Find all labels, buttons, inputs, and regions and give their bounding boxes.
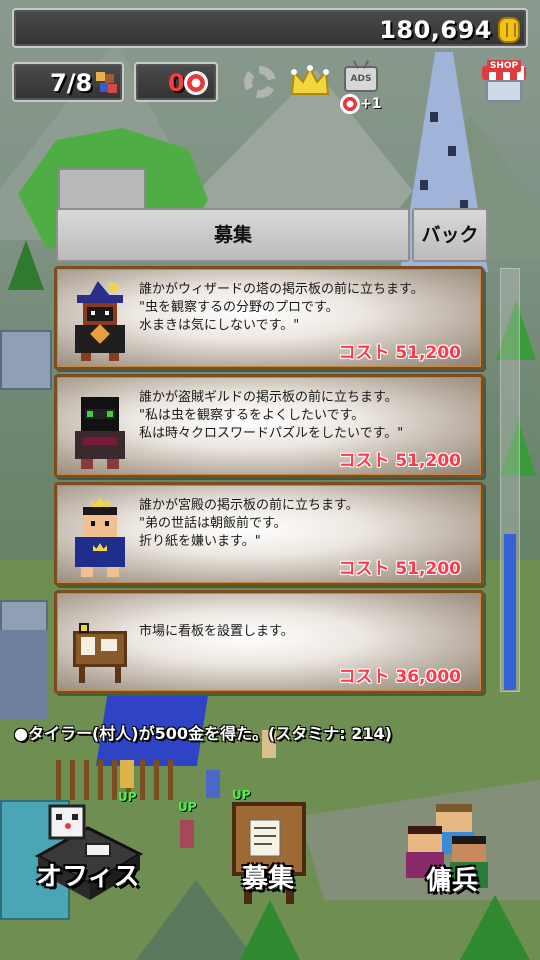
shop-button[interactable]: SHOP (482, 60, 526, 106)
mercenary-button[interactable]: 傭兵 (398, 800, 508, 910)
rooftop (0, 330, 52, 390)
house (0, 630, 48, 720)
shop-label: SHOP (487, 60, 521, 72)
recruit-cost: コスト 51,200 (338, 559, 461, 579)
recruit-card-thief[interactable]: 誰かが盗賊ギルドの掲示板の前に立ちます。 "私は虫を観察するをよくしたいです。 … (54, 374, 484, 478)
office-button[interactable]: オフィス (28, 796, 148, 906)
party-counter: 7/8 (12, 62, 124, 102)
watch-ad-button[interactable]: ADS +1 (338, 58, 384, 116)
ticket-counter: 0 (134, 62, 218, 102)
recruit-description: 誰かが宮殿の掲示板の前に立ちます。 "弟の世話は朝飯前です。 折り紙を嫌います。… (139, 498, 359, 549)
party-value: 7/8 (50, 69, 93, 97)
recruit-card-wizard[interactable]: 誰かがウィザードの塔の掲示板の前に立ちます。 "虫を観察するの分野のプロです。 … (54, 266, 484, 370)
ticket-value: 0 (168, 69, 185, 97)
event-log-message: ●タイラー(村人)が500金を得た。(スタミナ: 214) (14, 724, 392, 743)
villager (180, 820, 194, 848)
gear-icon (244, 66, 276, 98)
tower-window (420, 180, 428, 190)
recruit-description: 誰かがウィザードの塔の掲示板の前に立ちます。 "虫を観察するの分野のプロです。 … (139, 282, 424, 333)
ticket-chip-icon (184, 71, 208, 95)
ticket-chip-icon (340, 94, 360, 114)
ad-reward-label: +1 (360, 96, 382, 112)
recruit-card-prince[interactable]: 誰かが宮殿の掲示板の前に立ちます。 "弟の世話は朝飯前です。 折り紙を嫌います。… (54, 482, 484, 586)
thief-portrait-icon (69, 389, 131, 469)
prince-portrait-icon (69, 497, 131, 577)
villager (120, 760, 134, 788)
ranking-button[interactable] (288, 60, 332, 104)
gold-counter: 180,694 (12, 8, 528, 48)
recruit-cost: コスト 36,000 (338, 667, 461, 687)
signboard-icon (69, 605, 131, 685)
recruit-description: 市場に看板を設置します。 (139, 624, 294, 639)
tower-window (430, 112, 438, 122)
mercenary-label: 傭兵 (426, 866, 479, 896)
scrollbar-thumb[interactable] (504, 534, 516, 690)
storefront-icon (486, 80, 522, 102)
villager (206, 770, 220, 798)
gold-value: 180,694 (379, 16, 492, 44)
party-members-icon (96, 72, 117, 94)
recruit-cost: コスト 51,200 (338, 451, 461, 471)
recruit-description: 誰かが盗賊ギルドの掲示板の前に立ちます。 "私は虫を観察するをよくしたいです。 … (139, 390, 404, 441)
office-label: オフィス (36, 862, 140, 892)
dialog-title: 募集 (56, 208, 410, 262)
wizard-portrait-icon (69, 281, 131, 361)
recruit-label: 募集 (242, 864, 295, 894)
crown-icon (290, 65, 330, 95)
recruit-cost: コスト 51,200 (338, 343, 461, 363)
recruit-button[interactable]: 募集 (226, 798, 316, 908)
fence (56, 760, 176, 800)
tv-icon: ADS (344, 66, 378, 92)
level-up-badge: UP (178, 800, 197, 814)
recruit-card-signboard[interactable]: 市場に看板を設置します。 コスト 36,000 (54, 590, 484, 694)
gold-coin-icon (498, 17, 520, 43)
settings-button[interactable] (238, 60, 282, 104)
back-button[interactable]: バック (412, 208, 488, 262)
tower-window (448, 146, 456, 156)
